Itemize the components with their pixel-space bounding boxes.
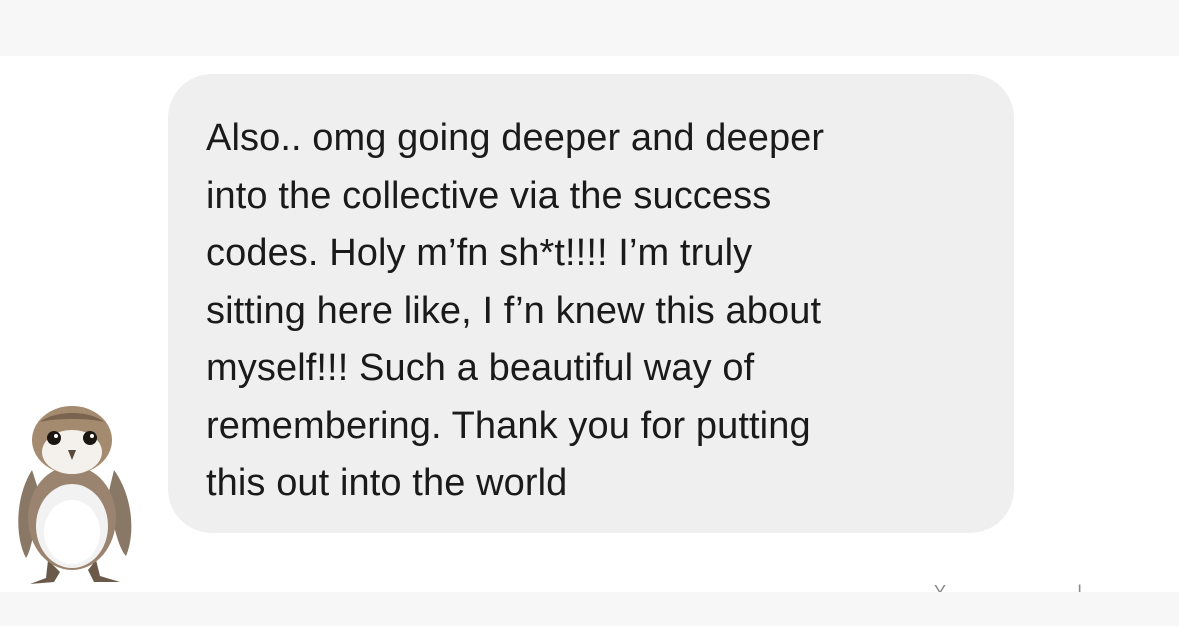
message-text: Also.. omg going deeper and deeper into … bbox=[206, 117, 825, 504]
clipped-status-text: Y · · · · · l· · · bbox=[934, 582, 1146, 592]
message-bubble[interactable]: Also.. omg going deeper and deeper into … bbox=[168, 74, 1014, 533]
bottom-bar bbox=[0, 592, 1179, 626]
porg-sticker-icon[interactable] bbox=[10, 400, 140, 590]
top-bar bbox=[0, 0, 1179, 56]
